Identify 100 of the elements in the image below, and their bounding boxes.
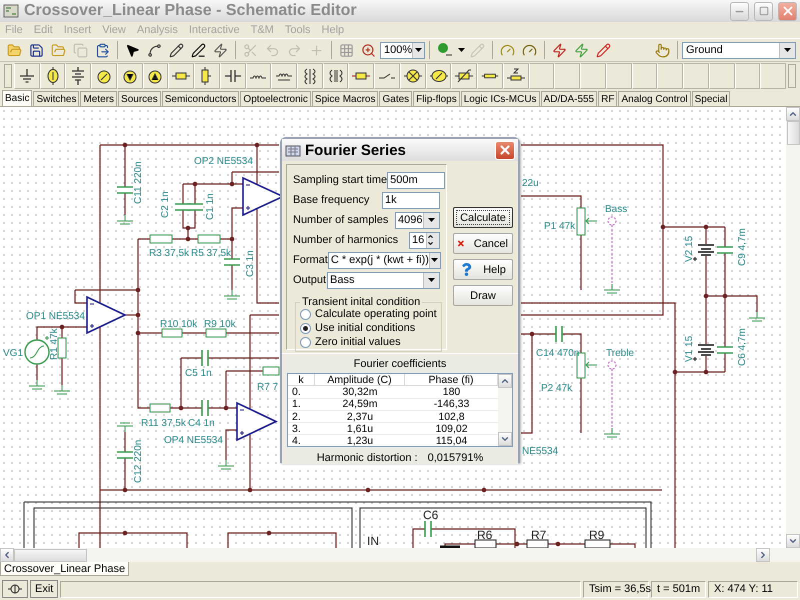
dropdown-field[interactable]: 4096	[395, 212, 440, 228]
maximize-button[interactable]	[754, 2, 773, 20]
field-label: Number of samples	[293, 214, 388, 226]
component-tab[interactable]: Sources	[118, 91, 161, 106]
window-title: Crossover_Linear Phase - Schematic Editor	[24, 2, 358, 20]
dialog-icon	[285, 143, 301, 157]
component-button[interactable]	[502, 63, 529, 89]
schematic-canvas[interactable]	[0, 107, 786, 548]
text-field[interactable]: 500m	[387, 172, 446, 188]
app-icon	[3, 3, 19, 19]
component-button[interactable]	[271, 63, 298, 89]
dialog-button[interactable]: Draw	[453, 285, 513, 306]
component-label: V1 15	[684, 336, 695, 362]
component-button[interactable]	[142, 63, 168, 89]
dropdown-field[interactable]: C * exp(j * (kwt + fi))	[328, 252, 441, 268]
table-cell: 30,32m	[315, 386, 405, 399]
component-button[interactable]	[322, 63, 348, 89]
circuit-icon-button[interactable]	[2, 580, 28, 598]
component-button[interactable]	[426, 63, 452, 89]
component-button[interactable]	[348, 63, 374, 89]
component-tab[interactable]: Analog Control	[618, 91, 691, 106]
component-button[interactable]	[65, 63, 92, 89]
component-label: C3 1n	[245, 250, 256, 277]
document-tab[interactable]: Crossover_Linear Phase	[0, 562, 130, 576]
pencil-icon	[169, 42, 184, 58]
component-tab[interactable]: AD/DA-555	[540, 91, 598, 106]
component-tab[interactable]: Gates	[379, 91, 412, 106]
dialog-button[interactable]: Help	[453, 259, 513, 280]
component-label: VG1	[3, 348, 24, 359]
scroll-down-button[interactable]	[786, 534, 800, 548]
component-button[interactable]	[477, 63, 503, 89]
component-tab[interactable]: Semiconductors	[162, 91, 240, 106]
component-button[interactable]	[297, 63, 323, 89]
inductor-icon	[275, 72, 294, 80]
scroll-thumb[interactable]	[14, 548, 87, 562]
component-button[interactable]	[451, 63, 478, 89]
scroll-down-button[interactable]	[498, 432, 512, 446]
component-button[interactable]	[194, 63, 220, 89]
component-tab[interactable]: Basic	[2, 90, 32, 106]
component-label: OP2 NE5534	[194, 156, 253, 167]
zoom-dropdown[interactable]: 100%	[380, 42, 425, 58]
component-dropdown[interactable]: Ground	[682, 42, 796, 58]
dropdown-arrow-icon	[784, 48, 791, 52]
fuse-icon	[481, 73, 500, 79]
open-folder-icon	[7, 42, 22, 58]
field-label: Sampling start time	[293, 174, 388, 186]
component-button[interactable]	[374, 63, 400, 89]
distortion-label: Harmonic distortion :	[316, 452, 418, 464]
pointer-icon	[125, 42, 140, 58]
component-button[interactable]	[40, 63, 66, 89]
distortion-value: 0,015791%	[428, 452, 484, 464]
gauge-icon	[522, 42, 537, 58]
radio-button[interactable]	[300, 308, 311, 320]
scroll-right-button[interactable]	[756, 548, 770, 562]
scroll-up-button[interactable]	[786, 107, 800, 121]
component-tab[interactable]: Optoelectronic	[240, 91, 311, 106]
component-button[interactable]	[116, 63, 143, 89]
component-tab[interactable]: RF	[598, 91, 618, 106]
group-title: Transient inital condition	[301, 296, 422, 308]
status-text: X: 474 Y: 11	[708, 580, 798, 598]
component-label: R10 10k	[160, 319, 198, 330]
component-label: R9	[589, 528, 604, 542]
close-button[interactable]	[778, 2, 797, 20]
component-tab[interactable]: Meters	[80, 91, 118, 106]
spin-down-icon	[427, 240, 434, 246]
component-tab[interactable]: Flip-flops	[413, 91, 460, 106]
component-tab[interactable]: Logic ICs-MCUs	[460, 91, 540, 106]
table-cell: 2.	[288, 410, 315, 424]
component-button[interactable]	[91, 63, 117, 89]
component-label: OP1 NE5534	[26, 311, 85, 322]
chevron-up-icon	[500, 376, 510, 386]
empty-toolbar-slot	[632, 63, 658, 89]
section-title: Fourier coefficients	[354, 358, 446, 370]
component-button[interactable]	[14, 63, 40, 89]
component-button[interactable]	[400, 63, 426, 89]
copy-icon	[73, 42, 88, 58]
redo-icon	[287, 42, 302, 58]
scroll-up-button[interactable]	[498, 374, 512, 388]
component-button[interactable]	[246, 63, 272, 89]
column-header: Amplitude (C)	[315, 374, 405, 386]
dialog-button[interactable]: Cancel	[453, 233, 513, 254]
component-button[interactable]	[220, 63, 246, 89]
dialog-button[interactable]: Calculate	[453, 207, 513, 228]
radio-button[interactable]	[300, 322, 311, 334]
dropdown-arrow-icon	[458, 48, 464, 52]
empty-toolbar-slot	[580, 63, 606, 89]
spin-field[interactable]: 16	[409, 232, 440, 248]
text-field[interactable]: 1k	[382, 192, 440, 208]
scroll-thumb[interactable]	[786, 121, 800, 145]
component-tab[interactable]: Switches	[33, 91, 80, 106]
radio-button[interactable]	[300, 336, 311, 348]
component-label: R9 10k	[204, 319, 236, 330]
component-tab[interactable]: Spice Macros	[312, 91, 378, 106]
component-tab[interactable]: Special	[692, 91, 730, 106]
dropdown-field[interactable]: Bass	[327, 272, 440, 288]
empty-toolbar-slot	[606, 63, 632, 89]
component-label: R3 37,5k	[149, 248, 190, 259]
component-button[interactable]	[168, 63, 194, 89]
scroll-left-button[interactable]	[0, 548, 14, 562]
exit-button[interactable]: Exit	[30, 580, 58, 598]
